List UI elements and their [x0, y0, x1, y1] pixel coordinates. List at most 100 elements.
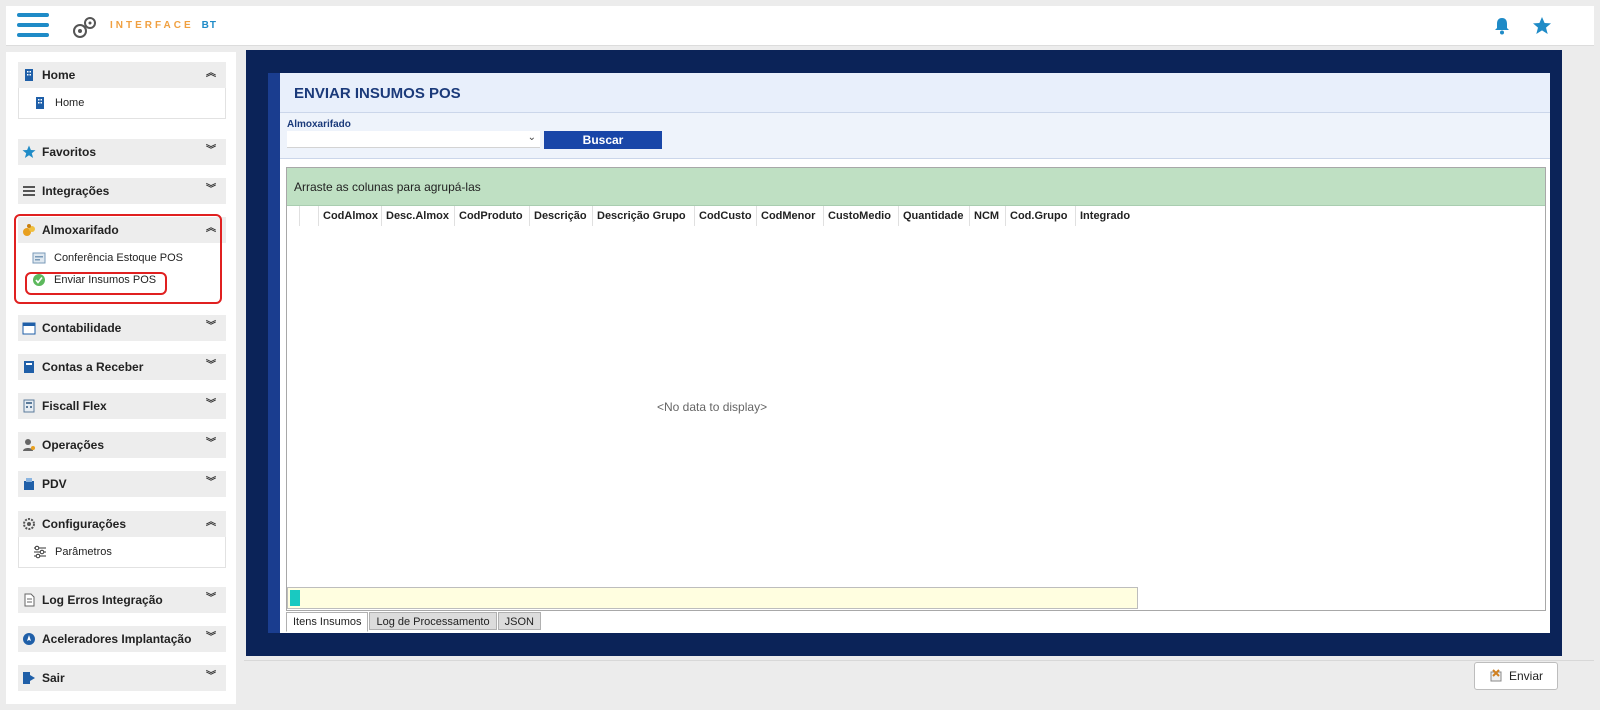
hamburger-menu-icon[interactable]	[17, 13, 49, 39]
chevron-down-icon: ︾	[206, 360, 216, 371]
sidebar-item-parametros[interactable]: Parâmetros	[19, 541, 225, 563]
menu-header-label: Favoritos	[42, 145, 97, 159]
tab-strip: Itens Insumos Log de Processamento JSON	[286, 612, 542, 632]
menu-header-contas-a-receber[interactable]: Contas a Receber ︾	[18, 354, 226, 380]
page-title: ENVIAR INSUMOS POS	[294, 85, 461, 102]
column-header[interactable]: Descrição	[529, 206, 592, 226]
star-icon[interactable]	[1532, 16, 1552, 36]
column-header[interactable]: Quantidade	[898, 206, 970, 226]
menu-header-contabilidade[interactable]: Contabilidade ︾	[18, 315, 226, 341]
chevron-down-icon: ︾	[206, 399, 216, 410]
menu-header-label: Contas a Receber	[42, 360, 144, 374]
column-header[interactable]: Descrição Grupo	[592, 206, 694, 226]
pos-icon	[24, 478, 34, 490]
chevron-down-icon: ︾	[206, 145, 216, 156]
column-header[interactable]: CodProduto	[454, 206, 529, 226]
bottom-action-bar	[244, 660, 1594, 694]
tab-itens-insumos[interactable]: Itens Insumos	[286, 612, 369, 632]
menu-group-log-erros-integracao: Log Erros Integração ︾	[18, 587, 226, 613]
document-icon	[24, 593, 35, 607]
column-header[interactable]: Integrado	[1075, 206, 1145, 226]
chevron-up-icon: ︽	[206, 517, 216, 528]
menu-header-label: Home	[42, 68, 76, 82]
menu-header-sair[interactable]: Sair ︾	[18, 665, 226, 691]
menu-header-label: Fiscall Flex	[42, 399, 107, 413]
content-left-stripe	[268, 73, 280, 633]
menu-header-favoritos[interactable]: Favoritos ︾	[18, 139, 226, 165]
menu-header-label: Contabilidade	[42, 321, 122, 335]
gear-icon	[23, 518, 35, 530]
menu-group-integracoes: Integrações ︾	[18, 178, 226, 204]
column-header[interactable]: Desc.Almox	[381, 206, 454, 226]
highlight-enviar-insumos-pos	[25, 272, 167, 295]
menu-header-label: Integrações	[42, 184, 110, 198]
menu-header-label: Operações	[42, 438, 105, 452]
tab-log-de-processamento[interactable]: Log de Processamento	[369, 612, 497, 630]
menu-header-label: Sair	[42, 671, 65, 685]
grid-footer-row	[287, 587, 1138, 609]
menu-header-configuracoes[interactable]: Configurações ︽	[18, 511, 226, 537]
menu-header-aceleradores-implantacao[interactable]: Aceleradores Implantação ︾	[18, 626, 226, 652]
submenu-configuracoes: Parâmetros	[18, 537, 226, 568]
chevron-down-icon: ︾	[206, 671, 216, 682]
data-grid: Arraste as colunas para agrupá-las CodAl…	[286, 167, 1546, 611]
row-indicator-header	[287, 206, 299, 226]
sidebar-item-label: Home	[55, 97, 85, 109]
menu-group-sair: Sair ︾	[18, 665, 226, 691]
almoxarifado-select[interactable]: ⌄	[287, 131, 540, 148]
chevron-down-icon: ︾	[206, 632, 216, 643]
sliders-icon	[34, 545, 46, 559]
enviar-button-label: Enviar	[1508, 669, 1543, 683]
list-icon	[23, 186, 35, 196]
column-header[interactable]: Cod.Grupo	[1005, 206, 1075, 226]
menu-group-aceleradores-implantacao: Aceleradores Implantação ︾	[18, 626, 226, 652]
menu-group-contas-a-receber: Contas a Receber ︾	[18, 354, 226, 380]
column-header[interactable]: CodMenor	[756, 206, 824, 226]
enviar-button[interactable]: Enviar	[1474, 662, 1558, 690]
chevron-up-icon: ︽	[206, 68, 216, 79]
gears-logo-icon	[73, 17, 96, 38]
chevron-down-icon: ︾	[206, 477, 216, 488]
menu-group-fiscall-flex: Fiscall Flex ︾	[18, 393, 226, 419]
expand-column-header	[299, 206, 319, 226]
sidebar-item-label: Parâmetros	[55, 546, 112, 558]
menu-header-operacoes[interactable]: Operações ︾	[18, 432, 226, 458]
menu-header-home[interactable]: Home ︽	[18, 62, 226, 88]
submenu-home: Home	[18, 88, 226, 119]
exit-icon	[23, 672, 35, 684]
menu-header-log-erros-integracao[interactable]: Log Erros Integração ︾	[18, 587, 226, 613]
chevron-down-icon: ︾	[206, 438, 216, 449]
sidebar-item-home[interactable]: Home	[19, 92, 225, 114]
buscar-button[interactable]: Buscar	[544, 131, 662, 149]
tab-json[interactable]: JSON	[497, 612, 541, 630]
menu-header-label: Configurações	[42, 517, 127, 531]
menu-header-fiscall-flex[interactable]: Fiscall Flex ︾	[18, 393, 226, 419]
column-header[interactable]: CodCusto	[694, 206, 757, 226]
group-by-panel[interactable]: Arraste as colunas para agrupá-las	[287, 168, 1545, 206]
menu-group-operacoes: Operações ︾	[18, 432, 226, 458]
rocket-icon	[23, 633, 35, 645]
menu-header-label: Log Erros Integração	[42, 593, 163, 607]
menu-group-favoritos: Favoritos ︾	[18, 139, 226, 165]
filter-bar: Almoxarifado ⌄ Buscar	[280, 113, 1550, 159]
chevron-down-icon: ︾	[206, 593, 216, 604]
menu-header-integracoes[interactable]: Integrações ︾	[18, 178, 226, 204]
menu-group-contabilidade: Contabilidade ︾	[18, 315, 226, 341]
column-header[interactable]: CustoMedio	[823, 206, 898, 226]
app-logo-text: INTERFACE BT	[110, 20, 218, 31]
footer-indicator	[290, 590, 300, 606]
chevron-down-icon[interactable]: ⌄	[528, 132, 536, 143]
column-header[interactable]: CodAlmox	[318, 206, 382, 226]
chevron-down-icon: ︾	[206, 321, 216, 332]
star-icon	[22, 145, 36, 158]
menu-header-label: Aceleradores Implantação	[42, 632, 192, 646]
empty-grid-message: <No data to display>	[657, 400, 768, 414]
chevron-down-icon: ︾	[206, 184, 216, 195]
building-icon	[25, 69, 33, 81]
menu-header-pdv[interactable]: PDV ︾	[18, 471, 226, 497]
page-title-bar: ENVIAR INSUMOS POS	[280, 73, 1550, 113]
menu-group-configuracoes: Configurações ︽ Parâmetros	[18, 511, 226, 568]
column-header[interactable]: NCM	[969, 206, 1005, 226]
bell-icon[interactable]	[1492, 16, 1512, 36]
user-gear-icon	[23, 439, 35, 451]
